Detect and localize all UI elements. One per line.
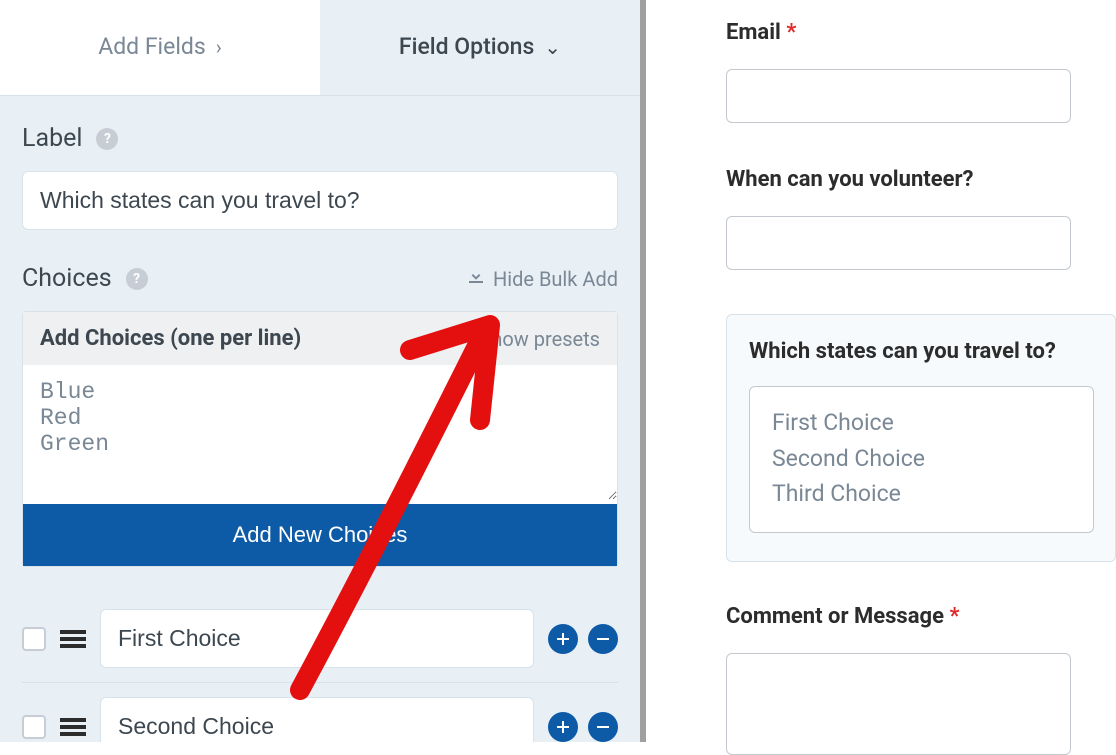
drag-handle-icon[interactable] (60, 716, 86, 738)
add-new-choices-button[interactable]: Add New Choices (23, 504, 617, 566)
preview-email-field: Email * (726, 20, 1116, 123)
email-input[interactable] (726, 69, 1071, 123)
choice-text-input[interactable] (100, 697, 534, 742)
choice-option: Third Choice (772, 476, 1071, 512)
field-label: Email * (726, 20, 796, 45)
choice-list-box: First Choice Second Choice Third Choice (749, 386, 1094, 533)
volunteer-input[interactable] (726, 216, 1071, 270)
chevron-down-icon: ⌄ (544, 35, 561, 59)
comment-input[interactable] (726, 653, 1071, 755)
panel-tabs: Add Fields › Field Options ⌄ (0, 0, 640, 96)
choice-text-input[interactable] (100, 609, 534, 668)
choice-default-checkbox[interactable] (22, 715, 46, 739)
required-asterisk: * (949, 604, 959, 629)
form-preview-panel: Email * When can you volunteer? Which st… (646, 0, 1116, 742)
label-input[interactable] (22, 171, 618, 230)
choice-option: Second Choice (772, 441, 1071, 477)
choice-row (22, 683, 618, 742)
preview-comment-field: Comment or Message * (726, 604, 1116, 755)
add-choice-button[interactable] (548, 712, 578, 742)
bulk-add-box: Add Choices (one per line) Show presets … (22, 311, 618, 567)
field-label: When can you volunteer? (726, 167, 974, 192)
remove-choice-button[interactable] (588, 624, 618, 654)
show-presets-link[interactable]: Show presets (479, 327, 600, 351)
tab-field-options[interactable]: Field Options ⌄ (320, 0, 640, 95)
drag-handle-icon[interactable] (60, 628, 86, 650)
chevron-right-icon: › (216, 35, 222, 59)
tab-label: Field Options (399, 33, 534, 60)
bulk-choices-textarea[interactable]: Blue Red Green (23, 365, 617, 500)
preview-volunteer-field: When can you volunteer? (726, 167, 1116, 270)
tab-add-fields[interactable]: Add Fields › (0, 0, 320, 95)
field-label: Comment or Message * (726, 604, 959, 629)
help-icon[interactable]: ? (96, 128, 118, 150)
help-icon[interactable]: ? (126, 268, 148, 290)
add-choice-button[interactable] (548, 624, 578, 654)
choices-section-title: Choices (22, 264, 112, 293)
bulk-toggle-label: Hide Bulk Add (493, 267, 618, 291)
required-asterisk: * (786, 20, 796, 45)
remove-choice-button[interactable] (588, 712, 618, 742)
choice-default-checkbox[interactable] (22, 627, 46, 651)
preview-states-field-selected[interactable]: Which states can you travel to? First Ch… (726, 314, 1116, 562)
bulk-add-heading: Add Choices (one per line) (40, 326, 301, 351)
field-label: Which states can you travel to? (749, 339, 1093, 364)
choice-option: First Choice (772, 405, 1071, 441)
label-section-title: Label (22, 124, 82, 153)
download-icon (467, 267, 485, 290)
hide-bulk-add-link[interactable]: Hide Bulk Add (467, 267, 618, 291)
choice-row (22, 595, 618, 683)
tab-label: Add Fields (98, 33, 206, 60)
field-options-panel: Add Fields › Field Options ⌄ Label ? Cho… (0, 0, 646, 742)
